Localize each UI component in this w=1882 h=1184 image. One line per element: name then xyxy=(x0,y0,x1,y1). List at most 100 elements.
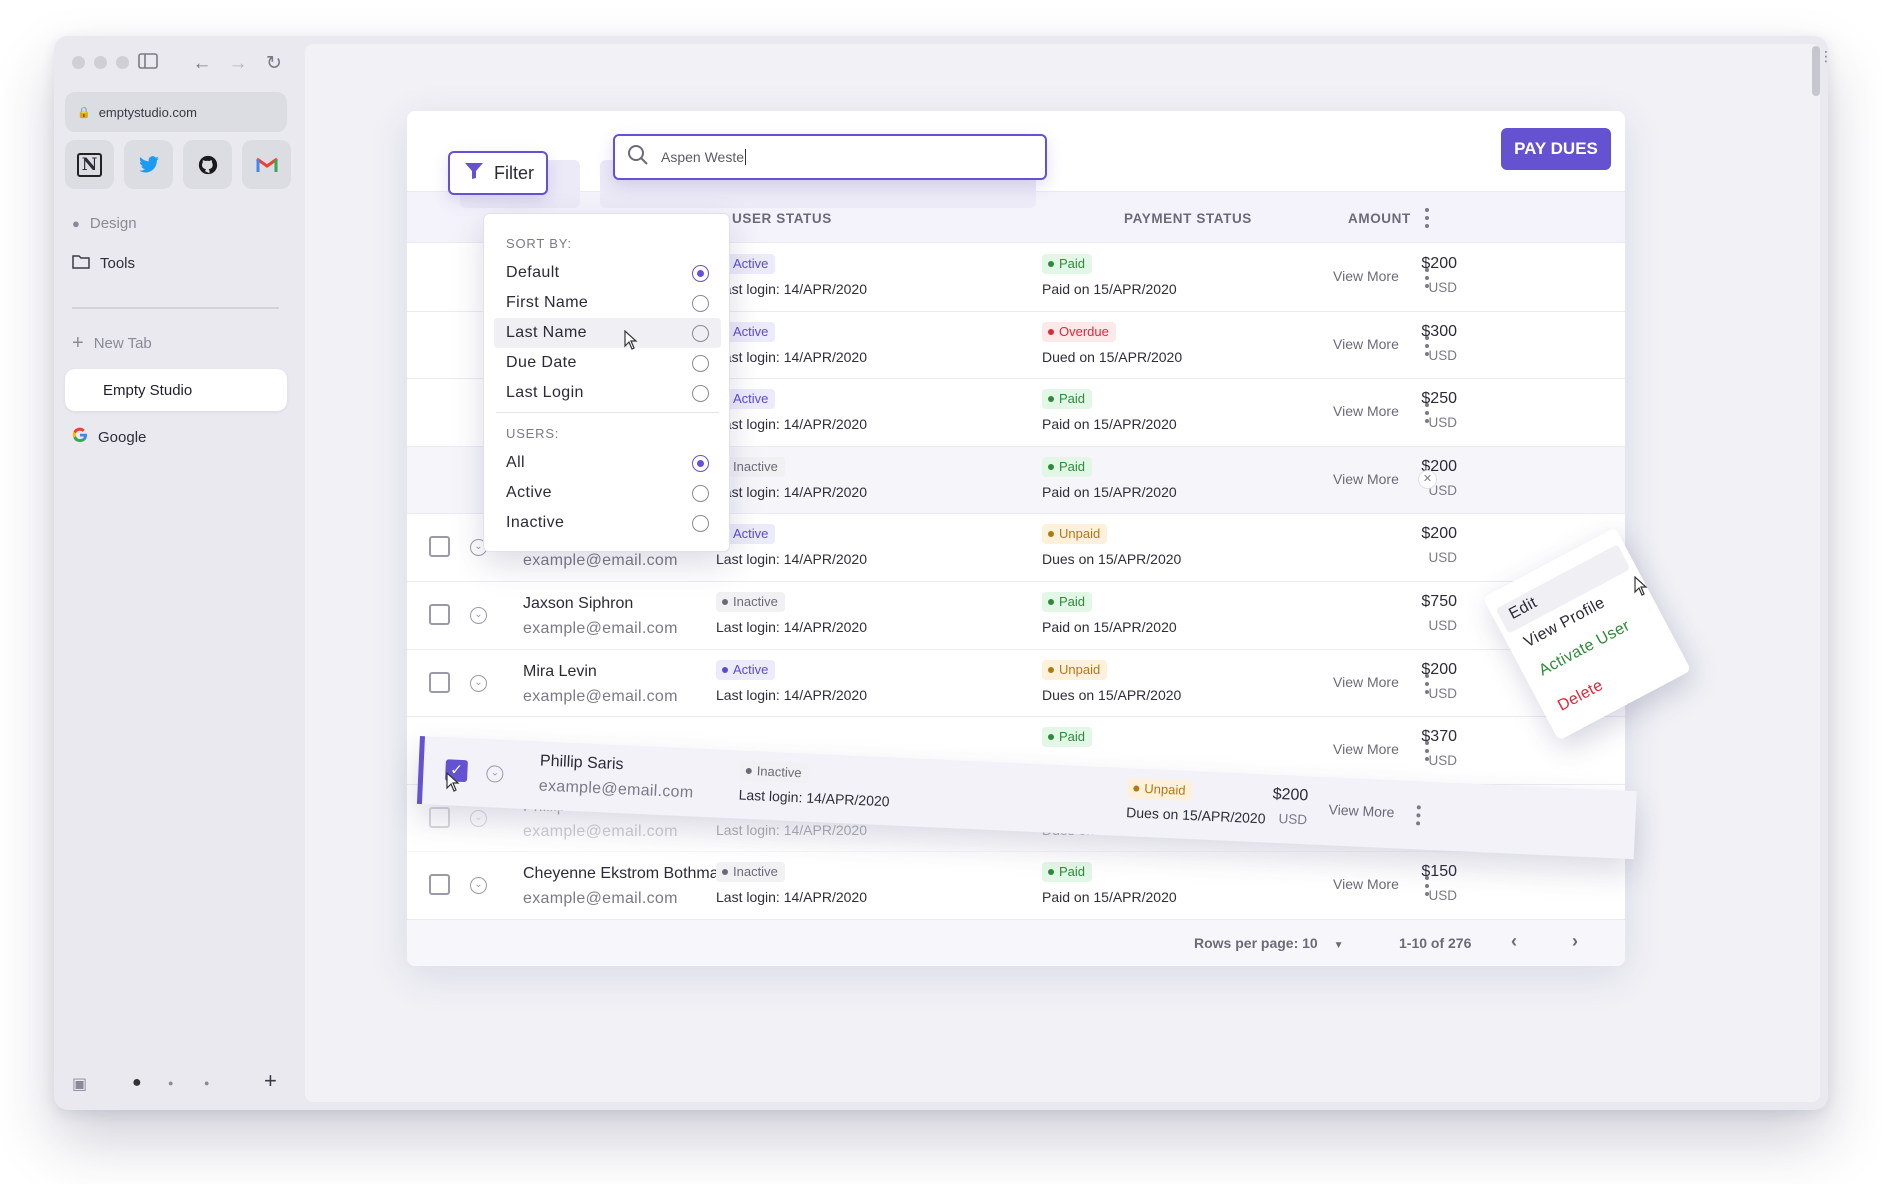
payment-status-badge: Paid xyxy=(1042,389,1093,410)
user-option-inactive[interactable]: Inactive xyxy=(494,508,721,538)
payment-status-badge: Overdue xyxy=(1042,321,1116,342)
window-controls[interactable] xyxy=(72,56,129,69)
sort-option-default[interactable]: Default xyxy=(494,258,721,288)
radio[interactable] xyxy=(692,295,709,312)
row-more-icon[interactable] xyxy=(1417,672,1437,696)
new-tab-button[interactable]: + New Tab xyxy=(72,332,152,355)
header-amount[interactable]: AMOUNT xyxy=(1348,211,1411,226)
option-label: Last Name xyxy=(506,324,587,341)
sidebar-toggle-icon[interactable] xyxy=(136,52,160,76)
gmail-icon[interactable] xyxy=(242,140,291,189)
radio[interactable] xyxy=(692,485,709,502)
caret-down-icon: ▼ xyxy=(1333,940,1344,951)
filter-funnel-icon xyxy=(464,162,484,185)
twitter-icon[interactable] xyxy=(124,140,173,189)
payment-date-text: Paid on 15/APR/2020 xyxy=(1042,281,1177,297)
header-payment-status[interactable]: PAYMENT STATUS xyxy=(1124,211,1252,226)
prev-page-icon[interactable]: ‹ xyxy=(1511,931,1517,952)
sort-option-last-login[interactable]: Last Login xyxy=(494,378,721,408)
search-input[interactable]: Aspen Weste xyxy=(613,134,1047,180)
dropdown-divider xyxy=(496,412,719,413)
view-more-link[interactable]: View More xyxy=(1333,268,1399,284)
close-window-button[interactable] xyxy=(72,56,85,69)
sort-option-first-name[interactable]: First Name xyxy=(494,288,721,318)
expand-row-icon[interactable]: ⌄ xyxy=(470,877,487,895)
row-more-icon[interactable] xyxy=(1417,266,1437,290)
sort-option-last-name[interactable]: Last Name xyxy=(494,318,721,348)
payment-status-badge: Paid xyxy=(1042,862,1093,883)
add-space-icon[interactable]: + xyxy=(264,1068,277,1094)
forward-arrow-icon[interactable]: → xyxy=(226,52,250,76)
view-more-link[interactable]: View More xyxy=(1333,741,1399,757)
view-more-link[interactable]: View More xyxy=(1333,876,1399,892)
radio[interactable] xyxy=(692,515,709,532)
option-label: Active xyxy=(506,484,552,501)
expand-row-icon[interactable]: ⌄ xyxy=(470,674,487,692)
reload-icon[interactable]: ↻ xyxy=(262,52,286,76)
row-more-icon[interactable] xyxy=(1417,334,1437,358)
table-row[interactable]: ⌄ Mira Levin example@email.com Active Last l… xyxy=(407,650,1625,718)
payment-status-badge: Paid xyxy=(1042,727,1093,748)
archive-icon[interactable]: ▣ xyxy=(72,1074,87,1094)
row-checkbox[interactable] xyxy=(429,536,450,558)
view-more-link[interactable]: View More xyxy=(1333,403,1399,419)
row-checkbox[interactable] xyxy=(429,806,450,828)
option-label: Default xyxy=(506,264,560,281)
view-more-link[interactable]: View More xyxy=(1333,471,1399,487)
row-more-icon[interactable] xyxy=(1417,874,1437,898)
space-dot-icon[interactable]: ● xyxy=(204,1078,209,1088)
url-bar[interactable]: 🔒 emptystudio.com xyxy=(65,92,287,132)
sidebar-item-design[interactable]: ● Design xyxy=(72,215,137,232)
radio-selected[interactable] xyxy=(692,265,709,282)
sort-option-due-date[interactable]: Due Date xyxy=(494,348,721,378)
space-dot-icon[interactable]: ● xyxy=(168,1078,173,1088)
github-icon[interactable] xyxy=(183,140,232,189)
last-login-text: Last login: 14/APR/2020 xyxy=(738,786,890,810)
close-icon[interactable]: ✕ xyxy=(1418,469,1437,489)
user-option-all[interactable]: All xyxy=(494,448,721,478)
notion-icon[interactable]: N xyxy=(65,140,114,189)
minimize-window-button[interactable] xyxy=(94,56,107,69)
maximize-window-button[interactable] xyxy=(116,56,129,69)
row-checkbox[interactable] xyxy=(429,874,450,896)
radio[interactable] xyxy=(692,385,709,402)
amount-value: $750 xyxy=(1421,593,1457,610)
pay-dues-button[interactable]: PAY DUES xyxy=(1501,128,1611,170)
mouse-cursor-icon xyxy=(446,771,460,797)
filter-button[interactable]: Filter xyxy=(448,151,548,195)
user-email: example@email.com xyxy=(523,552,678,570)
option-label: First Name xyxy=(506,294,589,311)
header-user-status[interactable]: USER STATUS xyxy=(732,211,832,226)
table-row[interactable]: ⌄ Jaxson Siphron example@email.com Inactive… xyxy=(407,582,1625,650)
expand-row-icon[interactable]: ⌄ xyxy=(485,765,504,783)
header-more-icon[interactable] xyxy=(1417,206,1437,230)
view-more-link[interactable]: View More xyxy=(1328,801,1395,820)
user-option-active[interactable]: Active xyxy=(494,478,721,508)
sidebar-item-tools[interactable]: Tools xyxy=(72,254,135,273)
row-more-icon[interactable] xyxy=(1417,401,1437,425)
menu-item-delete[interactable]: Delete xyxy=(1555,677,1606,716)
tab-google[interactable]: Google xyxy=(72,427,146,447)
row-checkbox[interactable] xyxy=(429,604,450,625)
payment-date-text: Paid on 15/APR/2020 xyxy=(1042,483,1177,500)
table-row[interactable]: ⌄ Cheyenne Ekstrom Bothman example@email.c… xyxy=(407,852,1625,920)
radio-selected[interactable] xyxy=(692,455,709,472)
back-arrow-icon[interactable]: ← xyxy=(190,52,214,76)
lock-icon: 🔒 xyxy=(77,106,91,119)
row-checkbox[interactable] xyxy=(429,671,450,693)
expand-row-icon[interactable]: ⌄ xyxy=(470,809,487,827)
more-options-icon[interactable]: ⋮ xyxy=(1819,44,1828,68)
radio[interactable] xyxy=(692,355,709,372)
radio[interactable] xyxy=(692,325,709,342)
view-more-link[interactable]: View More xyxy=(1333,674,1399,690)
row-more-icon[interactable] xyxy=(1417,739,1437,763)
next-page-icon[interactable]: › xyxy=(1572,931,1578,952)
rows-per-page-select[interactable]: Rows per page: 10 ▼ xyxy=(1194,935,1344,951)
row-more-icon[interactable] xyxy=(1408,803,1429,828)
last-login-text: Last login: 14/APR/2020 xyxy=(716,889,867,906)
tab-empty-studio[interactable]: Empty Studio xyxy=(65,369,287,411)
tab-label: Google xyxy=(98,428,147,446)
view-more-link[interactable]: View More xyxy=(1333,336,1399,352)
space-icon[interactable]: ● xyxy=(132,1074,142,1092)
expand-row-icon[interactable]: ⌄ xyxy=(470,607,487,624)
